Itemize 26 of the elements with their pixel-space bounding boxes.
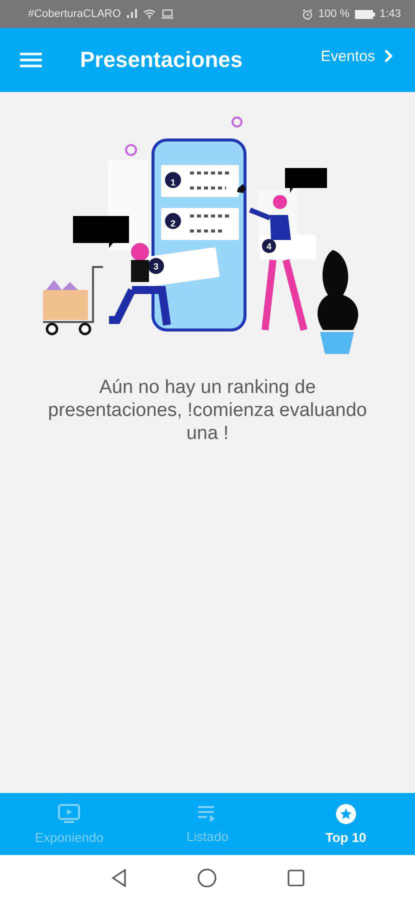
- clock-time: 1:43: [380, 8, 401, 20]
- screen-title: Presentaciones: [80, 47, 244, 73]
- rank-number: 4: [266, 242, 271, 252]
- rank-number: 1: [170, 178, 175, 188]
- nav-tab[interactable]: Listado: [138, 793, 277, 855]
- nav-tab[interactable]: Exponiendo: [0, 793, 138, 855]
- rank-number: 3: [153, 262, 158, 272]
- events-link[interactable]: Eventos: [320, 48, 395, 72]
- alarm-icon: [302, 8, 314, 20]
- menu-icon[interactable]: [20, 52, 42, 68]
- back-icon[interactable]: [110, 868, 126, 886]
- laptop-icon: [160, 9, 174, 19]
- carrier-name: #CoberturaCLARO: [28, 8, 121, 20]
- battery-icon: [354, 10, 375, 18]
- battery-percent: 100 %: [318, 8, 350, 20]
- nav-tab[interactable]: Top 10: [276, 793, 415, 855]
- chevron-right-icon: [384, 49, 393, 63]
- signal-icon: [126, 9, 138, 19]
- recents-icon[interactable]: [286, 868, 304, 886]
- playlist-icon: [197, 804, 218, 822]
- empty-state-message: Aún no hay un ranking de presentaciones, !comienza evaluando una !: [47, 376, 368, 445]
- home-icon[interactable]: [196, 868, 216, 888]
- tv-play-icon: [58, 804, 80, 824]
- wifi-icon: [142, 9, 156, 19]
- rank-number: 2: [170, 218, 175, 228]
- star-circle-icon: [336, 804, 356, 824]
